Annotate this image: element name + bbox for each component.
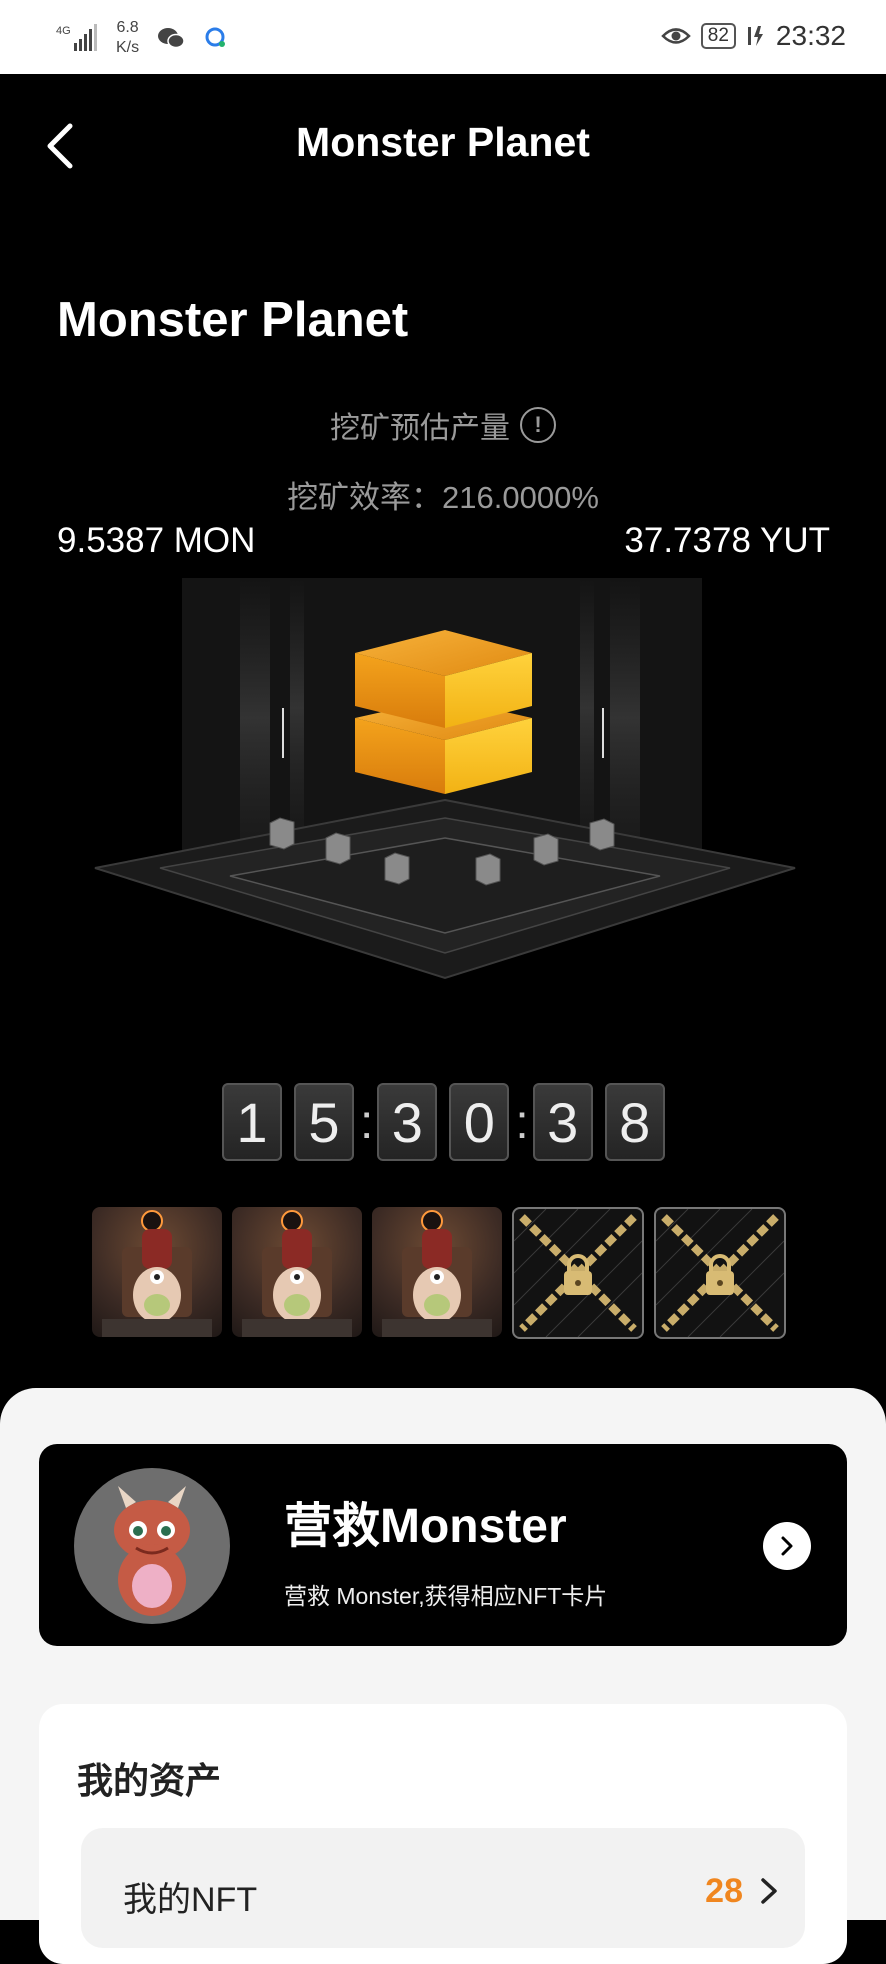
network-speed: 6.8 K/s — [116, 19, 140, 56]
nft-count: 28 — [705, 1872, 743, 1910]
assets-title: 我的资产 — [77, 1760, 222, 1801]
monster-card[interactable] — [92, 1207, 222, 1337]
mining-efficiency: 挖矿效率：216.0000% — [287, 480, 599, 515]
timer-digit: 3 — [377, 1083, 438, 1161]
timer-digit: 1 — [222, 1083, 282, 1161]
countdown-timer: 1 5 : 3 0 : 3 8 — [222, 1083, 677, 1161]
monster-avatar — [74, 1468, 230, 1624]
rescue-title: 营救Monster — [284, 1500, 567, 1553]
timer-separator: : — [515, 1095, 529, 1149]
planet-title: Monster Planet — [57, 293, 409, 347]
mining-estimate-label: 挖矿预估产量 ! — [0, 403, 886, 447]
estimate-label-text: 挖矿预估产量 — [330, 412, 510, 445]
timer-separator: : — [360, 1095, 374, 1149]
info-icon[interactable]: ! — [520, 407, 556, 443]
mon-output: 9.5387 MON — [57, 521, 256, 560]
timer-digit: 0 — [449, 1083, 510, 1161]
monster-avatar-image — [114, 1486, 190, 1616]
rescue-subtitle: 营救 Monster,获得相应NFT卡片 — [284, 1583, 608, 1609]
mining-platform-illustration — [94, 578, 796, 980]
chat-bubble-icon — [205, 27, 226, 47]
wechat-icon — [158, 28, 185, 49]
my-nft-row[interactable]: 我的NFT 28 — [81, 1828, 805, 1948]
status-right: 82 23:32 — [661, 20, 846, 52]
my-nft-label: 我的NFT — [123, 1881, 258, 1919]
monster-on-throne-image — [242, 1210, 352, 1337]
locked-card[interactable] — [512, 1207, 644, 1339]
clock: 23:32 — [775, 20, 846, 51]
status-left: 4G 6.8 K/s — [56, 18, 229, 58]
svg-text:4G: 4G — [56, 25, 71, 37]
status-bar: 4G 6.8 K/s 82 23:32 — [0, 0, 886, 74]
charging-icon — [747, 26, 763, 46]
monster-card[interactable] — [372, 1207, 502, 1337]
signal-icon: 4G — [56, 24, 97, 51]
chain-lock-icon — [656, 1209, 784, 1337]
rescue-monster-banner[interactable]: 营救Monster 营救 Monster,获得相应NFT卡片 — [39, 1444, 847, 1646]
eye-icon — [661, 28, 691, 44]
page-title: Monster Planet — [296, 119, 590, 165]
yut-output: 37.7378 YUT — [624, 521, 830, 560]
timer-digit: 3 — [532, 1083, 593, 1161]
chevron-right-icon[interactable] — [763, 1522, 811, 1570]
monster-on-throne-image — [382, 1210, 492, 1337]
monster-card[interactable] — [232, 1207, 362, 1337]
chevron-right-glyph — [781, 1536, 793, 1556]
monster-on-throne-image — [102, 1210, 212, 1337]
nav-bar: Monster Planet — [0, 74, 886, 216]
nft-card-slots — [92, 1207, 786, 1339]
chevron-right-icon — [761, 1878, 777, 1904]
timer-digit: 8 — [604, 1083, 665, 1161]
timer-digit: 5 — [294, 1083, 354, 1161]
chain-lock-icon — [514, 1209, 642, 1337]
my-assets-panel: 我的资产 我的NFT 28 — [39, 1704, 847, 1964]
locked-card[interactable] — [654, 1207, 786, 1339]
battery-icon: 82 — [700, 23, 736, 49]
